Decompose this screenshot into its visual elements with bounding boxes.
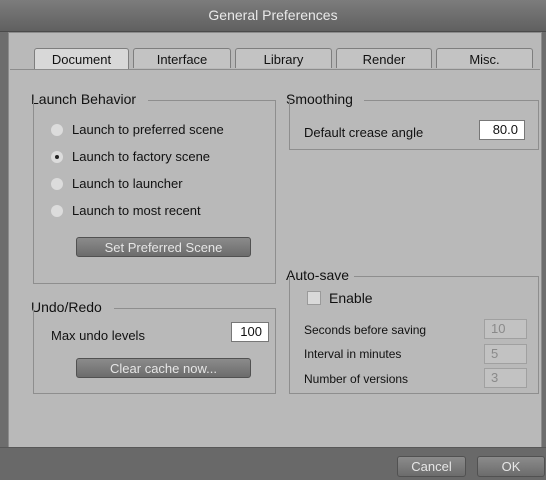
dialog-footer: Cancel OK xyxy=(0,447,546,480)
seconds-before-saving-input[interactable]: 10 xyxy=(484,319,527,339)
title-bar: General Preferences xyxy=(0,0,546,32)
number-of-versions-label: Number of versions xyxy=(304,372,409,386)
interval-minutes-label: Interval in minutes xyxy=(304,347,402,361)
number-of-versions-input[interactable]: 3 xyxy=(484,368,527,388)
radio-button[interactable] xyxy=(51,124,63,136)
max-undo-label: Max undo levels xyxy=(51,328,145,343)
radio-label: Launch to factory scene xyxy=(72,149,211,164)
radio-button[interactable] xyxy=(51,178,63,190)
tab-render[interactable]: Render xyxy=(336,48,432,68)
cancel-button[interactable]: Cancel xyxy=(397,456,466,477)
crease-angle-input[interactable]: 80.0 xyxy=(479,120,525,140)
radio-button-selected[interactable] xyxy=(51,151,63,163)
radio-button[interactable] xyxy=(51,205,63,217)
tab-document[interactable]: Document xyxy=(34,48,129,70)
ok-button[interactable]: OK xyxy=(477,456,545,477)
radio-launch-launcher[interactable]: Launch to launcher xyxy=(51,175,261,193)
max-undo-input[interactable]: 100 xyxy=(231,322,269,342)
tab-library[interactable]: Library xyxy=(235,48,332,68)
radio-launch-factory[interactable]: Launch to factory scene xyxy=(51,148,261,166)
window-title: General Preferences xyxy=(208,7,338,23)
radio-launch-preferred[interactable]: Launch to preferred scene xyxy=(51,121,261,139)
crease-angle-label: Default crease angle xyxy=(304,125,424,140)
autosave-enable-label: Enable xyxy=(329,290,373,306)
radio-label: Launch to launcher xyxy=(72,176,183,191)
interval-minutes-input[interactable]: 5 xyxy=(484,344,527,364)
tab-misc[interactable]: Misc. xyxy=(436,48,533,68)
clear-cache-button[interactable]: Clear cache now... xyxy=(76,358,251,378)
autosave-enable-checkbox[interactable] xyxy=(307,291,321,305)
radio-label: Launch to preferred scene xyxy=(72,122,224,137)
radio-label: Launch to most recent xyxy=(72,203,201,218)
seconds-before-saving-label: Seconds before saving xyxy=(304,323,427,337)
set-preferred-scene-button[interactable]: Set Preferred Scene xyxy=(76,237,251,257)
undo-redo-frame xyxy=(33,308,276,394)
radio-launch-recent[interactable]: Launch to most recent xyxy=(51,202,261,220)
tab-interface[interactable]: Interface xyxy=(133,48,231,68)
